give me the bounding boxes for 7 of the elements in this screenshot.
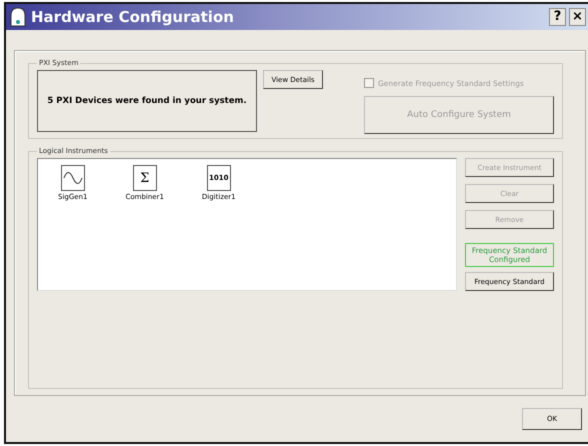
instrument-icon[interactable]: Σ — [132, 165, 157, 191]
bell-icon — [8, 7, 28, 27]
close-button[interactable]: × — [569, 8, 586, 26]
help-button[interactable]: ? — [549, 8, 566, 26]
window-title: Hardware Configuration — [31, 8, 235, 26]
status-message: 5 PXI Devices were found in your system. — [37, 70, 257, 132]
sine-wave-icon[interactable] — [60, 165, 85, 191]
